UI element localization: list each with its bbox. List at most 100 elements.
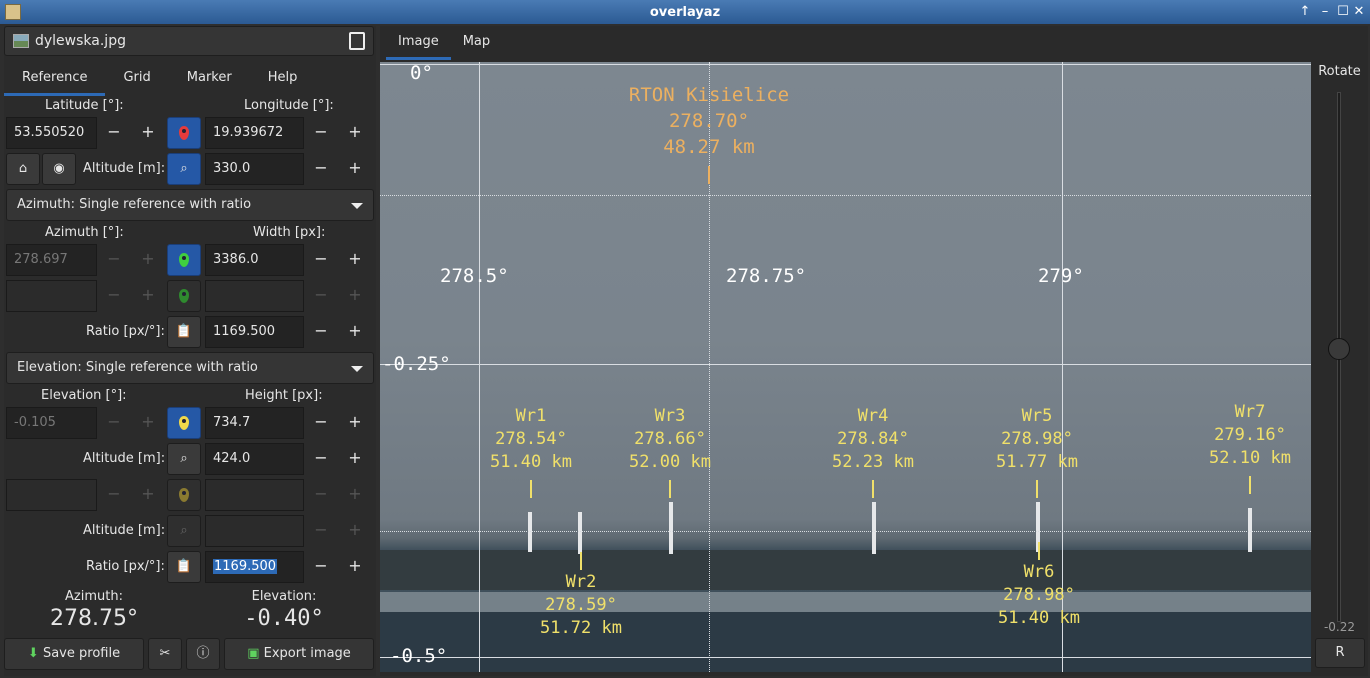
height-plus-button[interactable]: + xyxy=(338,407,372,439)
rotate-reset-button[interactable]: R xyxy=(1315,638,1365,668)
tab-marker[interactable]: Marker xyxy=(169,64,250,96)
marker-azimuth: 278.66° xyxy=(634,429,706,449)
azimuth2-pick-button[interactable] xyxy=(167,280,201,312)
elevation-altitude2-input[interactable] xyxy=(205,515,304,547)
latitude-minus-button[interactable]: − xyxy=(97,117,131,149)
azimuth-ratio-minus-button[interactable]: − xyxy=(304,316,338,348)
info-icon: ⓘ xyxy=(196,646,210,661)
height2-input[interactable] xyxy=(205,479,304,511)
tab-grid[interactable]: Grid xyxy=(105,64,168,96)
elevation-pick-button[interactable] xyxy=(167,407,201,439)
save-profile-label: Save profile xyxy=(42,646,121,661)
view-tabs: Image Map xyxy=(386,26,502,60)
keep-above-icon[interactable]: ↑ xyxy=(1296,3,1314,21)
close-icon[interactable]: ✕ xyxy=(1350,3,1368,21)
tab-image[interactable]: Image xyxy=(386,26,451,60)
marker-wr4-tick xyxy=(872,480,874,498)
turbine xyxy=(1248,508,1252,552)
save-file-icon[interactable] xyxy=(349,32,365,50)
elevation-minus-button[interactable]: − xyxy=(97,407,131,439)
marker-wr7-tick xyxy=(1249,476,1251,494)
file-chooser[interactable]: dylewska.jpg xyxy=(4,26,374,56)
altitude-input[interactable]: 330.0 xyxy=(205,153,304,185)
width-input[interactable]: 3386.0 xyxy=(205,244,304,276)
marker-wr3[interactable]: Wr3 278.66° 52.00 km xyxy=(610,405,730,474)
width2-input[interactable] xyxy=(205,280,304,312)
tab-map[interactable]: Map xyxy=(451,26,502,60)
marker-wr7[interactable]: Wr7 279.16° 52.10 km xyxy=(1190,401,1310,470)
azimuth-minus-button[interactable]: − xyxy=(97,244,131,276)
marker-wr6[interactable]: Wr6 278.98° 51.40 km xyxy=(979,561,1099,630)
image-canvas[interactable]: 0° -0.25° -0.5° 278.5° 278.75° 279° RTON… xyxy=(380,62,1311,672)
azimuth-input[interactable]: 278.697 xyxy=(6,244,97,276)
elevation-mode-select[interactable]: Elevation: Single reference with ratio xyxy=(6,352,374,384)
azimuth-mode-select[interactable]: Azimuth: Single reference with ratio xyxy=(6,189,374,221)
height-minus-button[interactable]: − xyxy=(304,407,338,439)
longitude-plus-button[interactable]: + xyxy=(338,117,372,149)
elevation-ratio-paste-button[interactable]: 📋 xyxy=(167,551,201,583)
elevation-input[interactable]: -0.105 xyxy=(6,407,97,439)
marker-wr1[interactable]: Wr1 278.54° 51.40 km xyxy=(471,405,591,474)
width-plus-button[interactable]: + xyxy=(338,244,372,276)
azimuth2-input[interactable] xyxy=(6,280,97,312)
azimuth-ratio-plus-button[interactable]: + xyxy=(338,316,372,348)
altitude-plus-button[interactable]: + xyxy=(338,153,372,185)
azimuth-pick-button[interactable] xyxy=(167,244,201,276)
width-minus-button[interactable]: − xyxy=(304,244,338,276)
grid-line-el-minor xyxy=(380,531,1311,532)
azimuth-ratio-input[interactable]: 1169.500 xyxy=(205,316,304,348)
azimuth-plus-button[interactable]: + xyxy=(131,244,165,276)
marker-wr5[interactable]: Wr5 278.98° 51.77 km xyxy=(977,405,1097,474)
export-image-button[interactable]: ▣ Export image xyxy=(224,638,374,670)
location-pick-button[interactable] xyxy=(167,117,201,149)
height2-plus-button[interactable]: + xyxy=(338,479,372,511)
minimize-icon[interactable]: – xyxy=(1316,3,1334,21)
elevation-altitude-plus-button[interactable]: + xyxy=(338,443,372,475)
elevation-altitude-lookup-button[interactable]: ⌕ xyxy=(167,443,201,475)
latitude-plus-button[interactable]: + xyxy=(131,117,165,149)
elevation-altitude2-plus-button[interactable]: + xyxy=(338,515,372,547)
elevation2-pick-button[interactable] xyxy=(167,479,201,511)
longitude-minus-button[interactable]: − xyxy=(304,117,338,149)
width2-minus-button[interactable]: − xyxy=(304,280,338,312)
tab-help[interactable]: Help xyxy=(250,64,316,96)
marker-distance: 51.77 km xyxy=(996,452,1078,472)
height2-minus-button[interactable]: − xyxy=(304,479,338,511)
right-panel: Image Map 0° -0.25° -0.5° 278.5° 278.75°… xyxy=(380,26,1368,676)
gps-button[interactable]: ◉ xyxy=(42,153,76,185)
home-button[interactable]: ⌂ xyxy=(6,153,40,185)
elevation2-plus-button[interactable]: + xyxy=(131,479,165,511)
marker-distance: 52.00 km xyxy=(629,452,711,472)
elevation2-input[interactable] xyxy=(6,479,97,511)
elevation-altitude-minus-button[interactable]: − xyxy=(304,443,338,475)
azimuth-label: Azimuth [°]: xyxy=(45,225,124,240)
tools-button[interactable]: ✂ xyxy=(148,638,182,670)
azimuth2-plus-button[interactable]: + xyxy=(131,280,165,312)
tab-reference[interactable]: Reference xyxy=(4,64,106,96)
elevation2-minus-button[interactable]: − xyxy=(97,479,131,511)
elevation-altitude-input[interactable]: 424.0 xyxy=(205,443,304,475)
altitude-minus-button[interactable]: − xyxy=(304,153,338,185)
marker-rton[interactable]: RTON Kisielice 278.70° 48.27 km xyxy=(609,82,809,160)
yellow-pin-icon xyxy=(179,488,189,502)
marker-wr2[interactable]: Wr2 278.59° 51.72 km xyxy=(521,571,641,640)
azimuth2-minus-button[interactable]: − xyxy=(97,280,131,312)
elevation-altitude2-lookup-button[interactable]: ⌕ xyxy=(167,515,201,547)
chevron-down-icon xyxy=(351,366,363,372)
rotate-slider-handle[interactable] xyxy=(1328,338,1350,360)
save-profile-button[interactable]: ⬇ Save profile xyxy=(4,638,144,670)
altitude-lookup-button[interactable]: ⌕ xyxy=(167,153,201,185)
elevation-ratio-plus-button[interactable]: + xyxy=(338,551,372,583)
elevation-ratio-input[interactable]: 1169.500 xyxy=(205,551,304,583)
marker-wr4[interactable]: Wr4 278.84° 52.23 km xyxy=(813,405,933,474)
height-input[interactable]: 734.7 xyxy=(205,407,304,439)
elevation-altitude2-minus-button[interactable]: − xyxy=(304,515,338,547)
marker-name: RTON Kisielice xyxy=(628,84,790,106)
elevation-plus-button[interactable]: + xyxy=(131,407,165,439)
latitude-input[interactable]: 53.550520 xyxy=(6,117,97,149)
info-button[interactable]: ⓘ xyxy=(186,638,220,670)
elevation-ratio-minus-button[interactable]: − xyxy=(304,551,338,583)
width2-plus-button[interactable]: + xyxy=(338,280,372,312)
longitude-input[interactable]: 19.939672 xyxy=(205,117,304,149)
azimuth-ratio-paste-button[interactable]: 📋 xyxy=(167,316,201,348)
